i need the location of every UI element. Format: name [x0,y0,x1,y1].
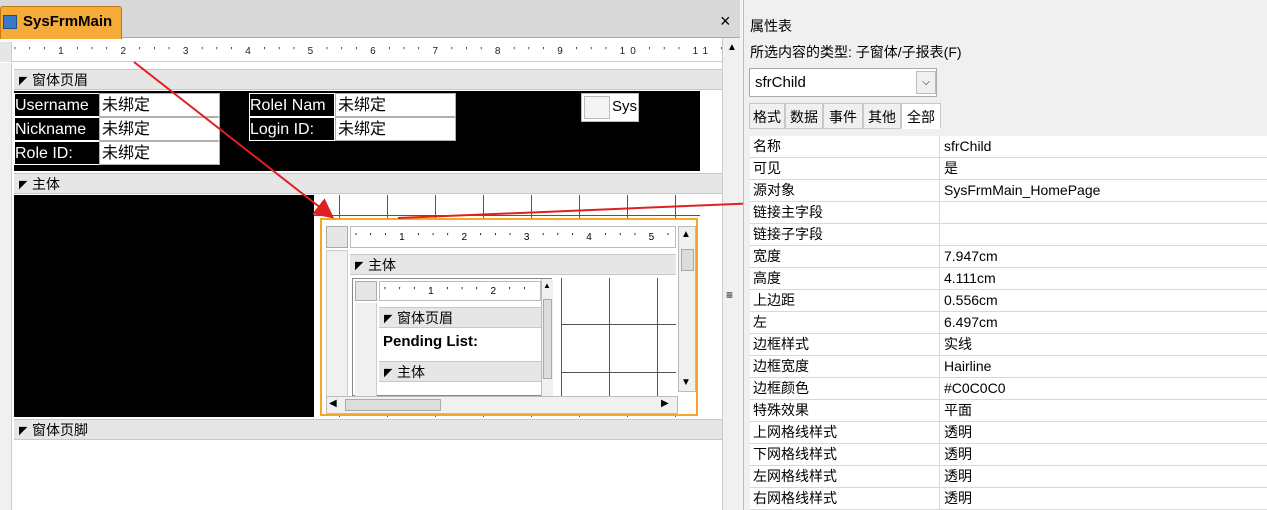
property-name: 名称 [750,136,940,158]
property-row[interactable]: 边框样式 实线 [750,334,1267,356]
object-selector-value: sfrChild [755,74,806,91]
property-value[interactable]: 透明 [944,444,972,466]
arrow-to-subform [133,61,335,219]
property-name: 链接主字段 [750,202,940,224]
chevron-down-icon[interactable]: ⌵ [916,71,936,94]
object-selector[interactable]: sfrChild ⌵ [749,68,937,97]
property-name: 特殊效果 [750,400,940,422]
property-value[interactable]: 平面 [944,400,972,422]
property-row[interactable]: 左网格线样式 透明 [750,466,1267,488]
property-name: 可见 [750,158,940,180]
property-value[interactable]: 透明 [944,488,972,510]
property-row[interactable]: 链接主字段 [750,202,1267,224]
property-name: 边框颜色 [750,378,940,400]
property-name: 链接子字段 [750,224,940,246]
property-row[interactable]: 宽度 7.947cm [750,246,1267,268]
property-name: 宽度 [750,246,940,268]
property-value[interactable]: 透明 [944,466,972,488]
property-name: 上网格线样式 [750,422,940,444]
property-tab-4[interactable]: 全部 [901,103,941,129]
property-value[interactable]: 实线 [944,334,972,356]
property-name: 边框样式 [750,334,940,356]
property-value[interactable]: 是 [944,158,958,180]
property-value[interactable]: Hairline [944,356,991,378]
property-row[interactable]: 右网格线样式 透明 [750,488,1267,510]
property-value[interactable]: sfrChild [944,136,991,158]
property-row[interactable]: 可见是 [750,158,1267,180]
property-value[interactable]: 7.947cm [944,246,998,268]
property-name: 上边距 [750,290,940,312]
property-row[interactable]: 左 6.497cm [750,312,1267,334]
property-value[interactable]: #C0C0C0 [944,378,1005,400]
property-row[interactable]: 上网格线样式 透明 [750,422,1267,444]
selection-type-label: 所选内容的类型: 子窗体/子报表(F) [750,44,962,60]
property-name: 下网格线样式 [750,444,940,466]
property-row[interactable]: 源对象 SysFrmMain_HomePage [750,180,1267,202]
property-tab-2[interactable]: 事件 [823,103,863,129]
property-value[interactable]: SysFrmMain_HomePage [944,180,1100,202]
property-row[interactable]: 高度 4.111cm [750,268,1267,290]
property-name: 源对象 [750,180,940,202]
property-row[interactable]: 边框宽度 Hairline [750,356,1267,378]
property-row[interactable]: 名称 sfrChild [750,136,1267,158]
property-row[interactable]: 上边距 0.556cm [750,290,1267,312]
property-value[interactable]: 0.556cm [944,290,998,312]
property-tab-1[interactable]: 数据 [785,103,823,129]
property-tab-0[interactable]: 格式 [749,103,785,129]
property-sheet-title: 属性表 [750,18,792,34]
property-tab-3[interactable]: 其他 [863,103,901,129]
property-row[interactable]: 链接子字段 [750,224,1267,246]
property-row[interactable]: 边框颜色 #C0C0C0 [750,378,1267,400]
property-row[interactable]: 下网格线样式 透明 [750,444,1267,466]
property-row[interactable]: 特殊效果 平面 [750,400,1267,422]
property-name: 右网格线样式 [750,488,940,510]
property-name: 边框宽度 [750,356,940,378]
property-value[interactable]: 透明 [944,422,972,444]
property-name: 左 [750,312,940,334]
property-name: 高度 [750,268,940,290]
property-name: 左网格线样式 [750,466,940,488]
property-value[interactable]: 4.111cm [944,268,996,290]
property-value[interactable]: 6.497cm [944,312,998,334]
